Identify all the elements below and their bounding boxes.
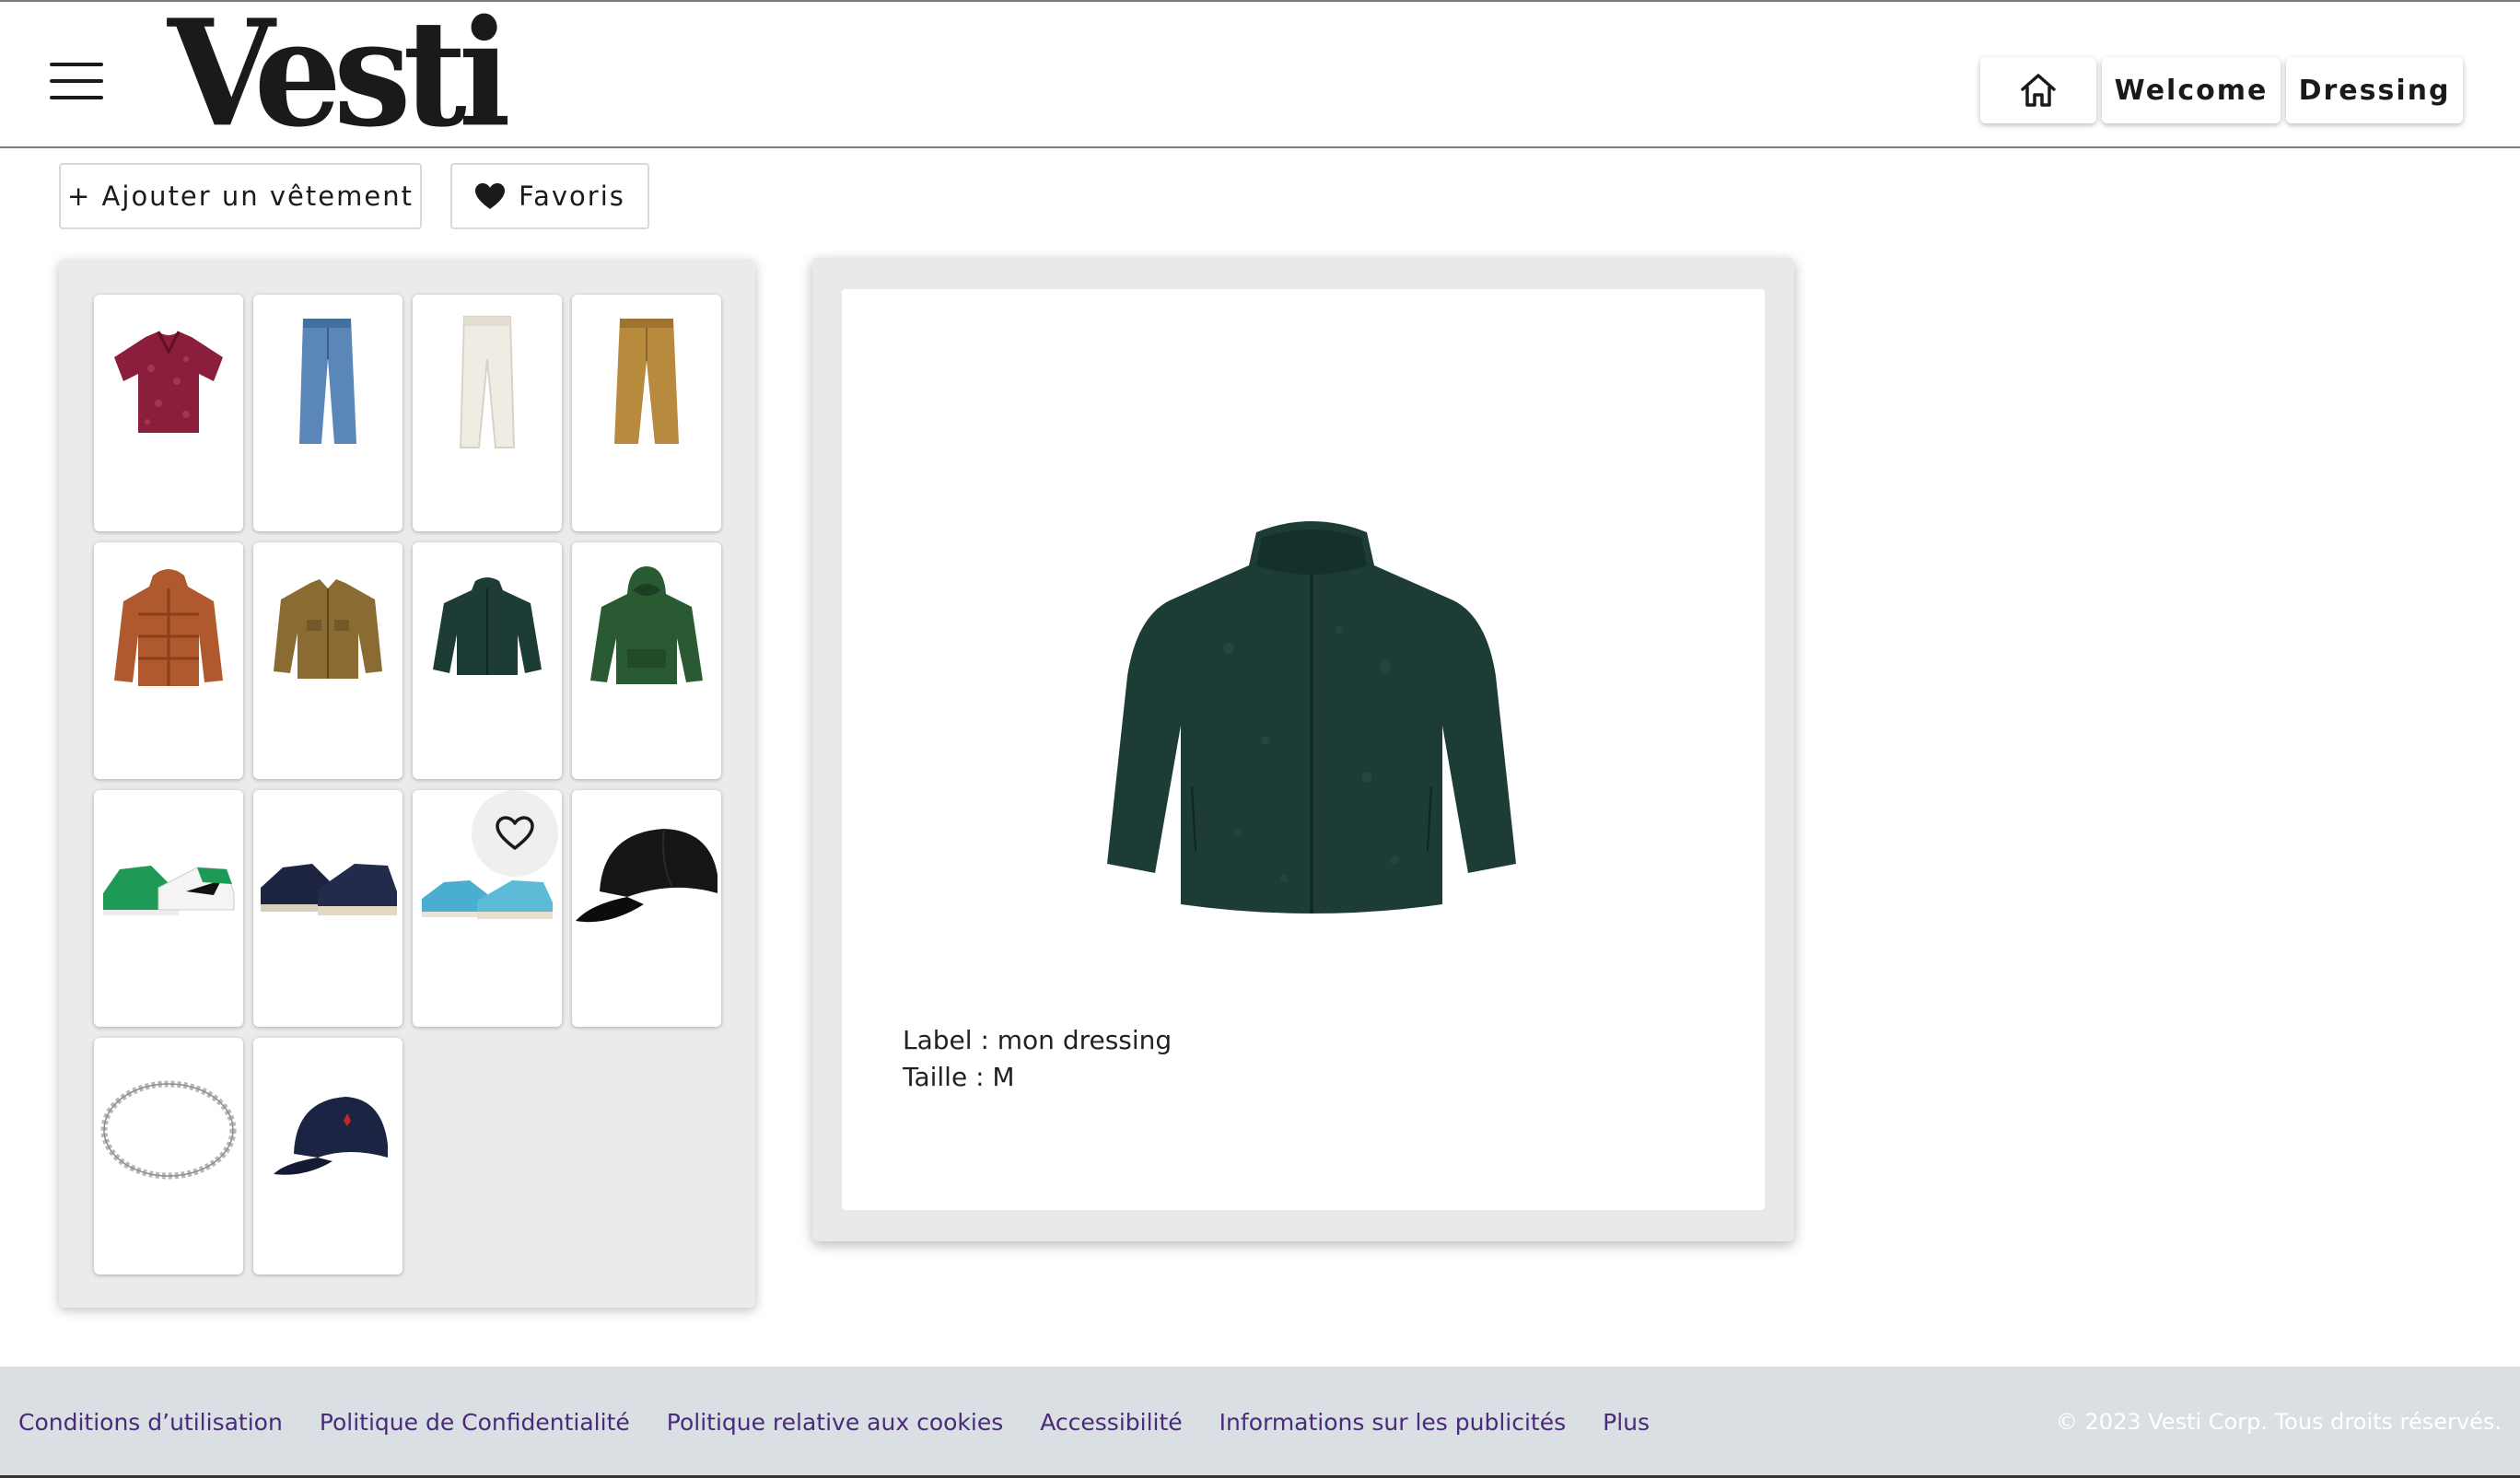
necklace-image	[100, 1080, 237, 1180]
wardrobe-item-brown-corduroy-jacket[interactable]	[253, 542, 402, 779]
footer-link-privacy[interactable]: Politique de Confidentialité	[320, 1409, 630, 1436]
page-footer: Conditions d’utilisation Politique de Co…	[0, 1367, 2520, 1478]
wardrobe-item-white-jeans[interactable]	[413, 295, 562, 531]
wardrobe-item-blue-jeans[interactable]	[253, 295, 402, 531]
navy-cap-image	[274, 1097, 388, 1175]
hoodie-image	[590, 566, 703, 684]
heart-filled-icon	[475, 183, 506, 209]
corduroy-jacket-image	[274, 579, 382, 679]
heart-outline-icon	[496, 816, 534, 850]
item-detail-info: Label : mon dressing Taille : M	[903, 1022, 1172, 1096]
home-icon	[2021, 74, 2056, 107]
fleece-jacket-image	[433, 577, 542, 675]
wardrobe-item-green-fleece-jacket[interactable]	[413, 542, 562, 779]
top-nav: Welcome Dressing	[1980, 57, 2463, 123]
dressing-nav-button[interactable]: Dressing	[2286, 57, 2463, 123]
wardrobe-item-khaki-pants[interactable]	[572, 295, 721, 531]
wardrobe-item-navy-running-shoes[interactable]	[253, 790, 402, 1027]
wardrobe-item-red-print-shirt[interactable]	[94, 295, 243, 531]
footer-links: Conditions d’utilisation Politique de Co…	[18, 1409, 1650, 1436]
hamburger-menu-icon[interactable]	[50, 63, 103, 99]
khaki-pants-image	[614, 319, 679, 444]
item-detail-panel: Label : mon dressing Taille : M	[812, 258, 1794, 1241]
brand-logo[interactable]: Vesti	[168, 1, 511, 147]
add-garment-label: + Ajouter un vêtement	[67, 180, 414, 212]
selected-item-image	[1107, 521, 1516, 914]
black-cap-image	[576, 828, 718, 923]
copyright-text: © 2023 Vesti Corp. Tous droits réservés.	[2055, 1409, 2502, 1435]
wardrobe-grid	[59, 260, 755, 1308]
item-label-text: Label : mon dressing	[903, 1025, 1172, 1055]
home-button[interactable]	[1980, 57, 2096, 123]
add-garment-button[interactable]: + Ajouter un vêtement	[59, 163, 422, 229]
wardrobe-item-silver-chain-necklace[interactable]	[94, 1038, 243, 1274]
item-detail-card: Label : mon dressing Taille : M	[842, 289, 1765, 1210]
jeans-image	[299, 319, 356, 444]
footer-link-ads-info[interactable]: Informations sur les publicités	[1219, 1409, 1566, 1436]
shirt-image	[114, 331, 223, 433]
footer-link-terms[interactable]: Conditions d’utilisation	[18, 1409, 283, 1436]
item-size-text: Taille : M	[903, 1062, 1015, 1092]
wardrobe-item-green-sneakers[interactable]	[94, 790, 243, 1027]
white-jeans-image	[459, 316, 516, 448]
favorites-button[interactable]: Favoris	[450, 163, 649, 229]
wardrobe-item-orange-puffer-jacket[interactable]	[94, 542, 243, 779]
wardrobe-item-black-cap[interactable]	[572, 790, 721, 1027]
footer-link-accessibility[interactable]: Accessibilité	[1040, 1409, 1182, 1436]
favorites-label: Favoris	[519, 180, 625, 212]
green-sneakers-image	[103, 866, 235, 915]
wardrobe-item-navy-cap[interactable]	[253, 1038, 402, 1274]
footer-link-cookies[interactable]: Politique relative aux cookies	[667, 1409, 1003, 1436]
welcome-nav-button[interactable]: Welcome	[2102, 57, 2281, 123]
puffer-jacket-image	[114, 569, 223, 686]
wardrobe-item-green-hoodie[interactable]	[572, 542, 721, 779]
app-header: Vesti Welcome Dressing	[0, 0, 2520, 148]
footer-link-more[interactable]: Plus	[1603, 1409, 1650, 1436]
navy-shoes-image	[261, 864, 397, 915]
favorite-toggle-button[interactable]	[472, 790, 558, 877]
